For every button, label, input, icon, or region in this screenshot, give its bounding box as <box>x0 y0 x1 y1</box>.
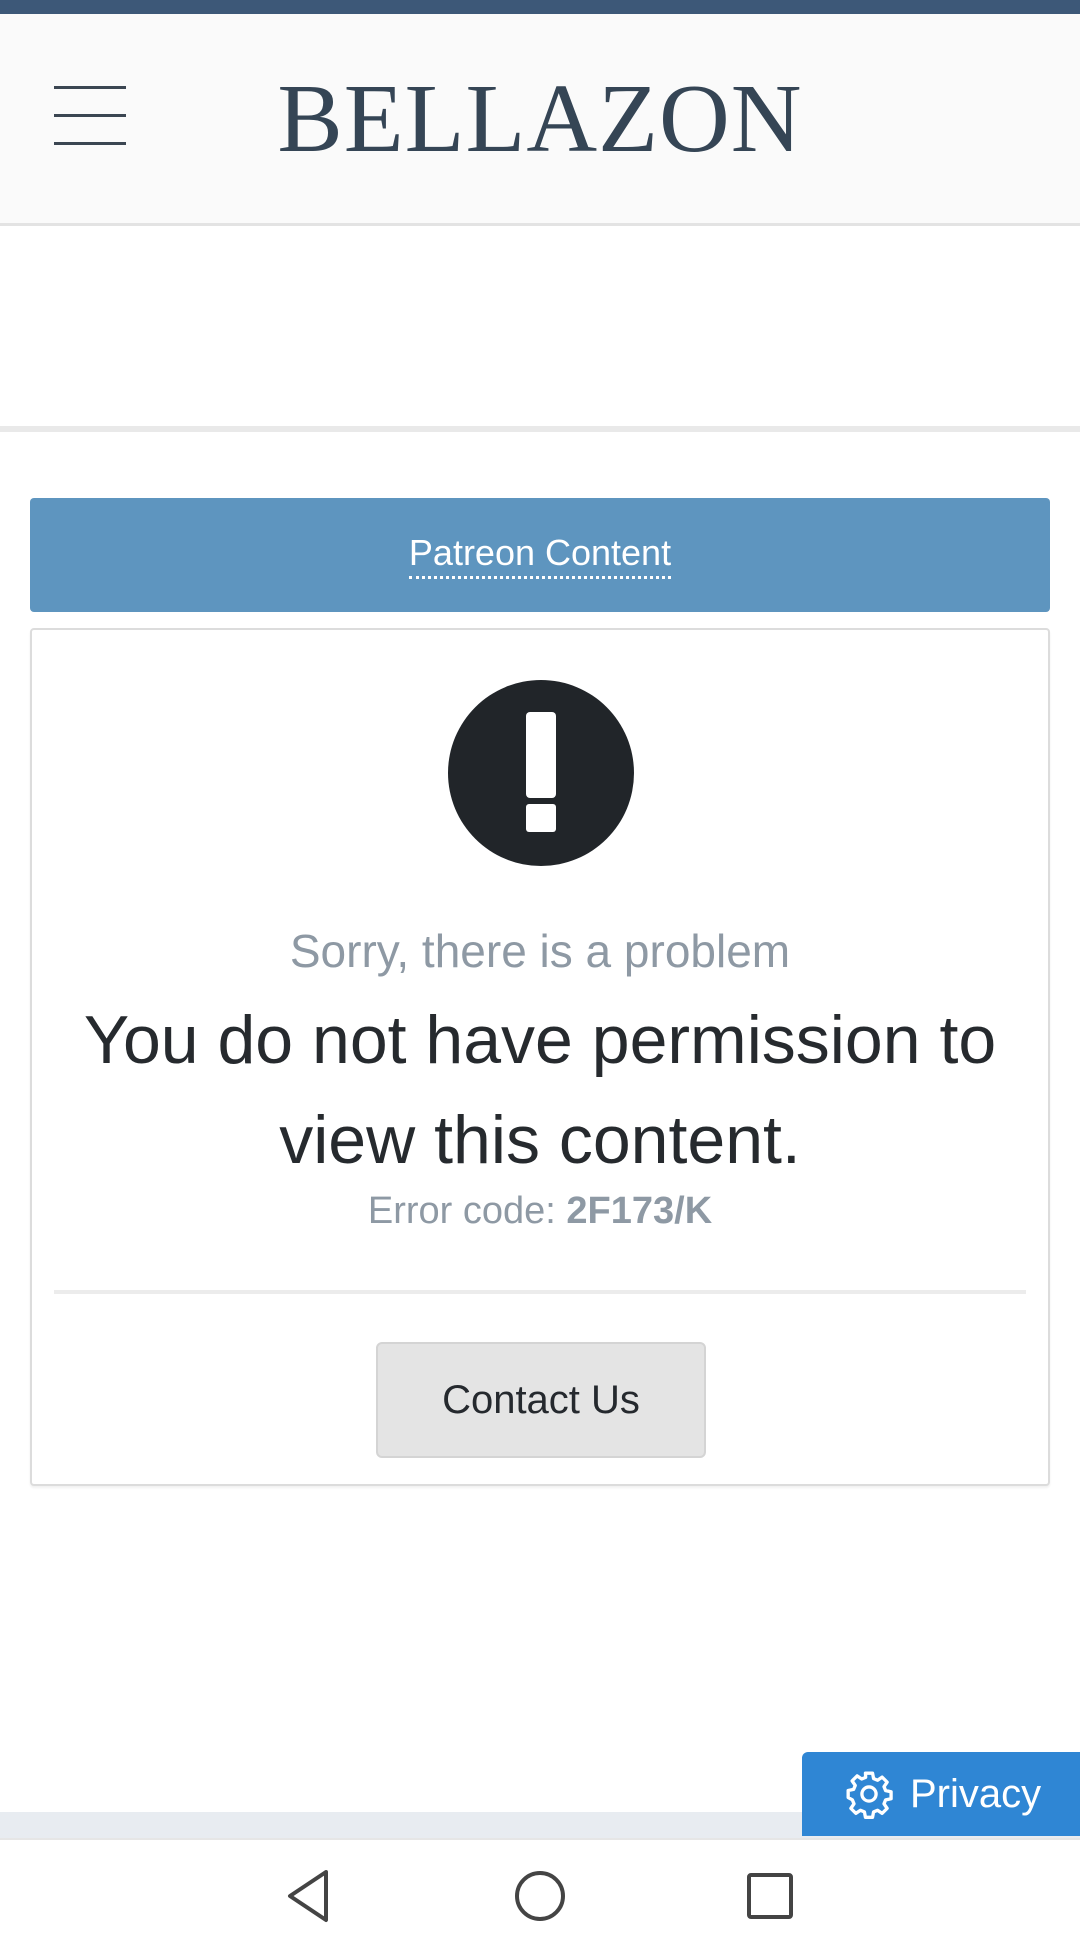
contact-us-button[interactable]: Contact Us <box>376 1342 706 1458</box>
exclamation-circle-icon <box>448 680 634 866</box>
menu-line <box>54 142 126 145</box>
error-subtitle: Sorry, there is a problem <box>289 925 791 977</box>
ad-placeholder <box>0 226 1080 432</box>
recents-square-icon[interactable] <box>740 1866 800 1926</box>
site-logo[interactable]: BELLAZON <box>270 65 810 174</box>
section-title-bar: Patreon Content <box>30 498 1050 612</box>
error-message: You do not have permission to view this … <box>83 1002 997 1178</box>
privacy-label: Privacy <box>910 1771 1042 1816</box>
back-triangle-icon[interactable] <box>280 1866 340 1926</box>
error-code-label: Error code: <box>367 1190 567 1232</box>
hamburger-menu-icon[interactable] <box>50 84 128 150</box>
privacy-button[interactable]: Privacy <box>802 1752 1080 1836</box>
error-panel: Sorry, there is a problem You do not hav… <box>30 628 1050 1486</box>
page: BELLAZON Patreon Content Sorry, there is… <box>0 0 1080 1956</box>
section-title-link[interactable]: Patreon Content <box>408 532 672 579</box>
gear-icon <box>846 1771 893 1819</box>
home-circle-icon[interactable] <box>510 1866 570 1926</box>
error-code: Error code: 2F173/K <box>32 1190 1048 1233</box>
site-header: BELLAZON <box>0 14 1080 226</box>
system-navigation-bar <box>0 1838 1080 1956</box>
divider <box>54 1290 1026 1294</box>
top-accent-strip <box>0 0 1080 14</box>
menu-line <box>54 114 126 117</box>
error-code-value: 2F173/K <box>566 1190 713 1232</box>
menu-line <box>54 86 126 89</box>
